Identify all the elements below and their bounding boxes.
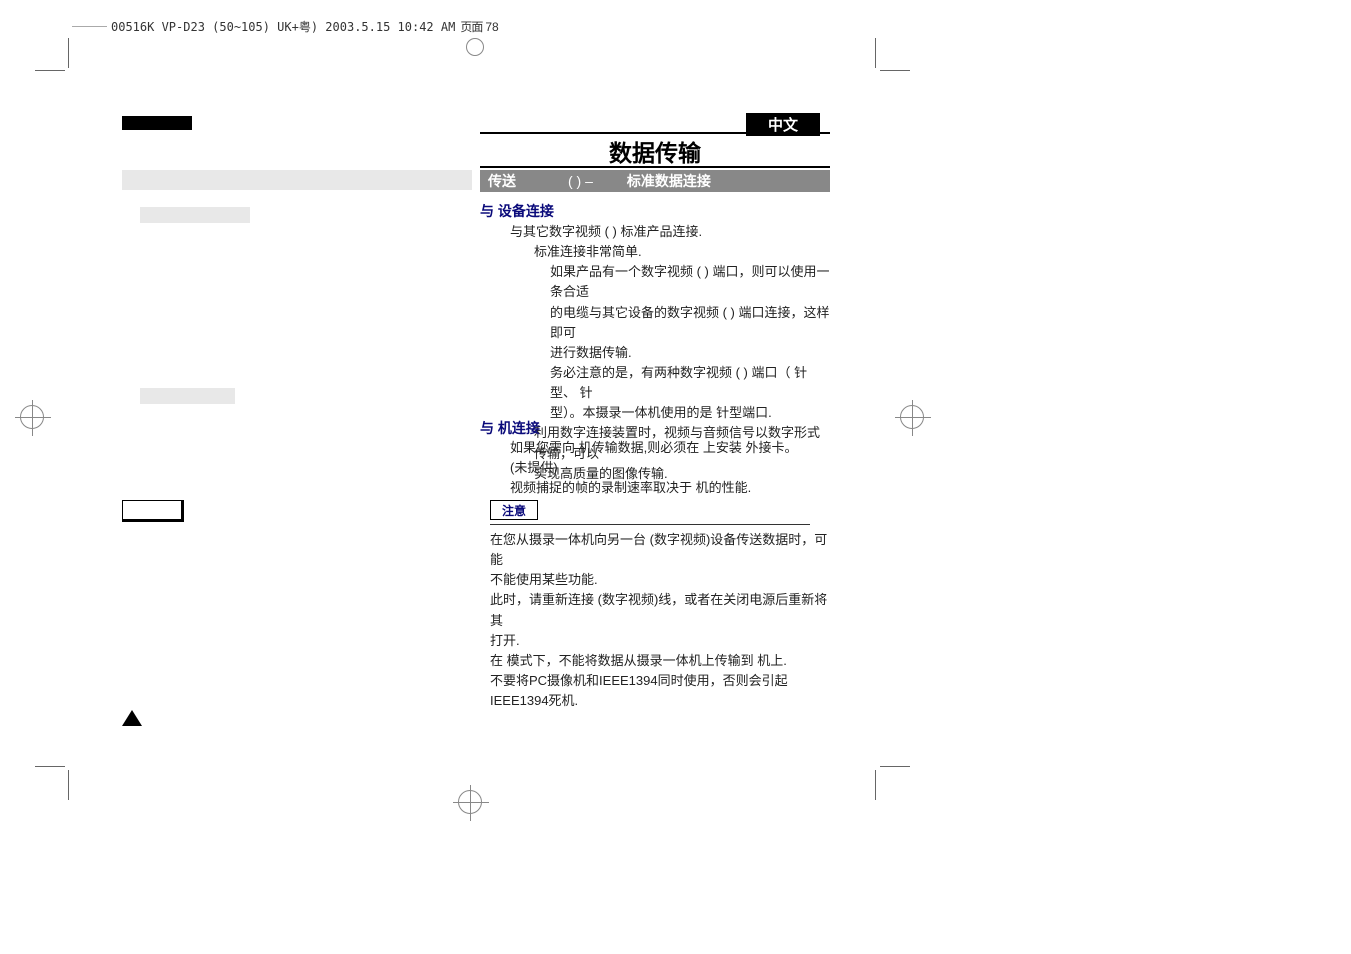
line: 不要将PC摄像机和IEEE1394同时使用，否则会引起IEEE1394死机. — [490, 673, 788, 708]
gray-bar-placeholder — [140, 207, 250, 223]
section-prefix: 传送 — [488, 171, 516, 191]
crop-mark — [68, 38, 69, 68]
note-box-left — [122, 500, 184, 522]
page-title: 数据传输 — [480, 134, 830, 168]
crop-mark — [875, 38, 876, 68]
notice-body: 在您从摄录一体机向另一台 (数字视频)设备传送数据时，可能 不能使用某些功能. … — [490, 530, 830, 711]
line: 如果产品有一个数字视频 ( ) 端口，则可以使用一条合适 — [510, 262, 830, 302]
line: 在您从摄录一体机向另一台 (数字视频)设备传送数据时，可能 — [490, 532, 827, 567]
crop-mark — [880, 766, 910, 767]
line: 不能使用某些功能. — [490, 572, 598, 587]
file-header: 00516K VP-D23 (50~105) UK+粤) 2003.5.15 1… — [72, 18, 499, 35]
section-header: 传送 ( ) – 标准数据连接 — [480, 170, 830, 192]
black-bar — [122, 116, 192, 130]
fold-mark-top — [466, 38, 484, 56]
registration-mark — [900, 405, 924, 429]
section-paren: ( ) – — [568, 173, 593, 189]
triangle-icon — [122, 710, 142, 726]
line: 进行数据传输. — [510, 343, 830, 363]
registration-mark — [20, 405, 44, 429]
crop-mark — [875, 770, 876, 800]
rule — [490, 524, 810, 525]
gray-bar-placeholder — [122, 170, 472, 190]
crop-mark — [35, 70, 65, 71]
line: 标准连接非常简单. — [510, 242, 830, 262]
page-number: 78 — [485, 20, 498, 34]
body-pc: 如果您需向 机传输数据,则必须在 上安装 外接卡。 (未提供) 视频捕捉的帧的录… — [510, 438, 830, 498]
line: 在 模式下，不能将数据从摄录一体机上传输到 机上. — [490, 653, 787, 668]
section-suffix: 标准数据连接 — [627, 171, 711, 191]
registration-mark — [458, 790, 482, 814]
line: (未提供) — [510, 458, 830, 478]
rule — [480, 166, 830, 168]
line: 的电缆与其它设备的数字视频 ( ) 端口连接，这样即可 — [510, 303, 830, 343]
subheading-dv-device: 与 设备连接 — [480, 201, 554, 221]
page-icon: 页 面 — [459, 18, 481, 35]
notice-label-box: 注意 — [490, 500, 538, 520]
line: 打开. — [490, 633, 520, 648]
crop-mark — [880, 70, 910, 71]
crop-mark — [35, 766, 65, 767]
gray-bar-placeholder — [140, 388, 235, 404]
line: 型）。本摄录一体机使用的是 针型端口. — [510, 403, 830, 423]
line: 与其它数字视频 ( ) 标准产品连接. — [510, 224, 702, 239]
subheading-pc: 与 机连接 — [480, 418, 540, 438]
line: 视频捕捉的帧的录制速率取决于 机的性能. — [510, 478, 830, 498]
line: 如果您需向 机传输数据,则必须在 上安装 外接卡。 — [510, 438, 830, 458]
line: 务必注意的是，有两种数字视频 ( ) 端口（ 针型、 针 — [510, 363, 830, 403]
line: 此时，请重新连接 (数字视频)线，或者在关闭电源后重新将其 — [490, 592, 827, 627]
crop-mark — [68, 770, 69, 800]
filename: 00516K VP-D23 (50~105) UK+粤) 2003.5.15 1… — [111, 18, 455, 35]
